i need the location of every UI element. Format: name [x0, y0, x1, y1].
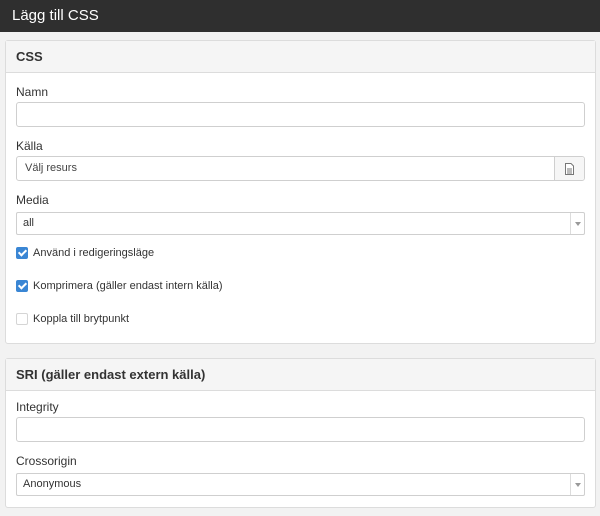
source-label: Källa: [16, 139, 43, 153]
name-label: Namn: [16, 85, 49, 99]
checkbox-breakpoint[interactable]: Koppla till brytpunkt: [16, 312, 129, 326]
window-title: Lägg till CSS: [0, 0, 600, 32]
source-resource-picker[interactable]: Välj resurs: [16, 156, 585, 181]
media-label: Media: [16, 193, 49, 207]
checkbox-compress-box[interactable]: [16, 280, 28, 292]
browse-resource-button[interactable]: [554, 157, 584, 180]
sri-panel-heading: SRI (gäller endast extern källa): [6, 359, 595, 391]
checkbox-edit-mode[interactable]: Använd i redigeringsläge: [16, 246, 154, 260]
sri-panel: SRI (gäller endast extern källa) Integri…: [5, 358, 596, 508]
css-panel: CSS Namn Källa Välj resurs Media all Anv…: [5, 40, 596, 344]
document-icon: [565, 162, 574, 175]
chevron-down-icon[interactable]: [570, 213, 584, 234]
css-panel-heading: CSS: [6, 41, 595, 73]
checkbox-edit-mode-box[interactable]: [16, 247, 28, 259]
integrity-label: Integrity: [16, 400, 59, 414]
crossorigin-select-value: Anonymous: [23, 478, 82, 490]
checkbox-compress[interactable]: Komprimera (gäller endast intern källa): [16, 279, 223, 293]
media-select-value: all: [23, 217, 35, 229]
integrity-input[interactable]: [16, 417, 585, 442]
media-select[interactable]: all: [16, 212, 585, 235]
source-value: Välj resurs: [25, 162, 77, 174]
checkbox-breakpoint-box[interactable]: [16, 313, 28, 325]
checkbox-breakpoint-label: Koppla till brytpunkt: [33, 313, 129, 325]
checkbox-edit-mode-label: Använd i redigeringsläge: [33, 247, 155, 259]
crossorigin-label: Crossorigin: [16, 454, 77, 468]
checkbox-compress-label: Komprimera (gäller endast intern källa): [33, 280, 223, 292]
crossorigin-select[interactable]: Anonymous: [16, 473, 585, 496]
name-input[interactable]: [16, 102, 585, 127]
chevron-down-icon[interactable]: [570, 474, 584, 495]
